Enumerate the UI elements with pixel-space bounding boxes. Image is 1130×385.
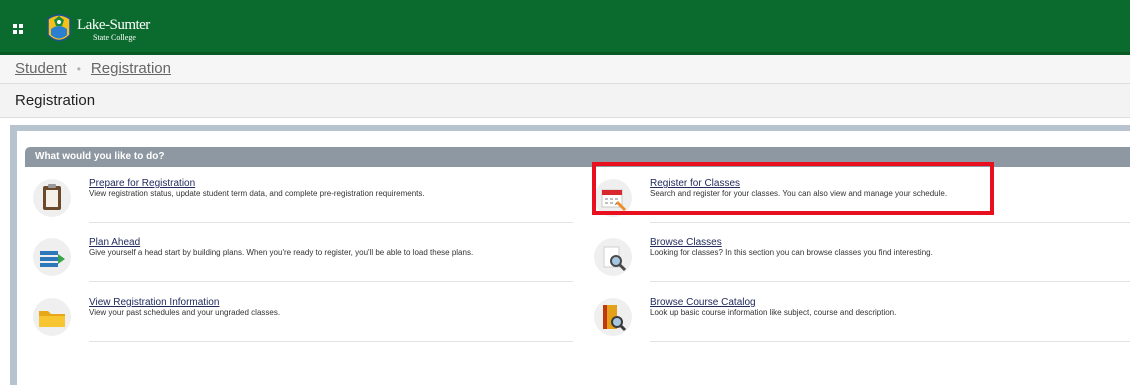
app-grid-icon[interactable] xyxy=(13,24,23,34)
plan-ahead-link[interactable]: Plan Ahead xyxy=(89,237,140,248)
browse-course-catalog-desc: Look up basic course information like su… xyxy=(650,308,897,317)
item-divider xyxy=(89,281,573,282)
view-registration-info-item: View Registration Information View your … xyxy=(33,297,573,342)
prepare-registration-item: Prepare for Registration View registrati… xyxy=(33,178,573,223)
top-bar: Lake-Sumter State College xyxy=(0,0,1130,55)
item-divider xyxy=(89,222,573,223)
catalog-book-icon xyxy=(594,298,632,336)
clipboard-icon xyxy=(33,179,71,217)
page-title: Registration xyxy=(0,84,1130,118)
plan-ahead-desc: Give yourself a head start by building p… xyxy=(89,248,474,257)
prepare-registration-desc: View registration status, update student… xyxy=(89,189,425,198)
browse-classes-link[interactable]: Browse Classes xyxy=(650,237,722,248)
breadcrumb-student[interactable]: Student xyxy=(15,60,67,77)
item-divider xyxy=(650,281,1130,282)
breadcrumb: Student • Registration xyxy=(0,55,1130,84)
browse-classes-desc: Looking for classes? In this section you… xyxy=(650,248,933,257)
college-logo[interactable]: Lake-Sumter State College xyxy=(45,12,150,48)
item-divider xyxy=(650,341,1130,342)
folder-icon xyxy=(33,298,71,336)
list-arrow-icon xyxy=(33,238,71,276)
item-divider xyxy=(89,341,573,342)
magnifier-document-icon xyxy=(594,238,632,276)
highlight-box xyxy=(592,162,994,215)
view-registration-info-link[interactable]: View Registration Information xyxy=(89,297,219,308)
view-registration-info-desc: View your past schedules and your ungrad… xyxy=(89,308,281,317)
plan-ahead-item: Plan Ahead Give yourself a head start by… xyxy=(33,237,573,282)
logo-emblem-icon xyxy=(45,13,73,47)
browse-course-catalog-link[interactable]: Browse Course Catalog xyxy=(650,297,756,308)
browse-classes-item: Browse Classes Looking for classes? In t… xyxy=(594,237,1130,282)
logo-line1: Lake-Sumter xyxy=(77,17,150,33)
logo-line2: State College xyxy=(93,33,136,42)
logo-text: Lake-Sumter State College xyxy=(77,18,150,42)
breadcrumb-registration[interactable]: Registration xyxy=(91,60,171,77)
browse-course-catalog-item: Browse Course Catalog Look up basic cour… xyxy=(594,297,1130,342)
breadcrumb-separator: • xyxy=(76,62,81,76)
item-divider xyxy=(650,222,1130,223)
prepare-registration-link[interactable]: Prepare for Registration xyxy=(89,178,195,189)
